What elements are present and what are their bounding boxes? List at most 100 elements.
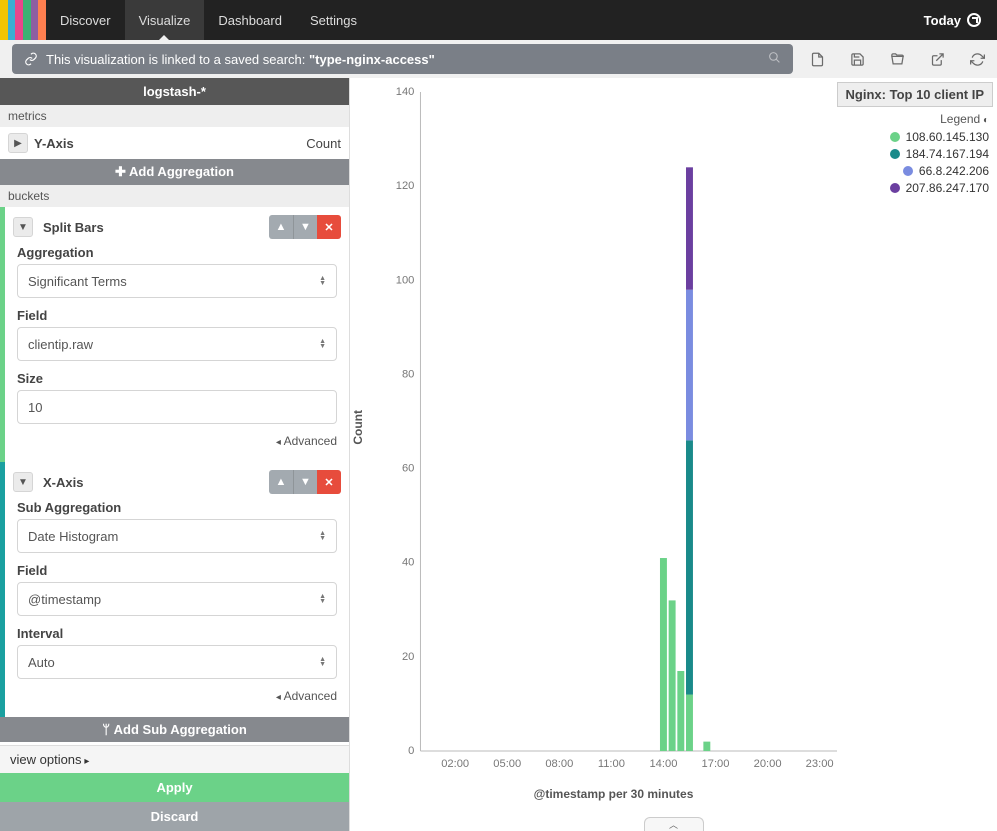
nav-item-visualize[interactable]: Visualize	[125, 0, 205, 40]
advanced-toggle[interactable]: Advanced	[5, 434, 349, 454]
legend-item[interactable]: 207.86.247.170	[890, 181, 989, 195]
bar-segment[interactable]	[677, 671, 684, 751]
chart-legend: Legend 108.60.145.130 184.74.167.194 66.8.…	[890, 112, 989, 198]
move-down-button[interactable]: ▼	[293, 215, 317, 239]
time-picker[interactable]: Today	[908, 0, 997, 40]
link-icon	[24, 52, 38, 66]
legend-swatch-icon	[890, 132, 900, 142]
legend-item[interactable]: 184.74.167.194	[890, 147, 989, 161]
move-up-button[interactable]: ▲	[269, 470, 293, 494]
field-label: Field	[17, 563, 337, 578]
sidebar: logstash-* metrics ▶ Y-Axis Count ✚ Add …	[0, 78, 350, 831]
save-button[interactable]	[837, 40, 877, 78]
svg-text:02:00: 02:00	[441, 758, 469, 770]
legend-header[interactable]: Legend	[890, 112, 989, 126]
nav-item-discover[interactable]: Discover	[46, 0, 125, 40]
index-pattern-title[interactable]: logstash-*	[0, 78, 349, 105]
bar-segment[interactable]	[686, 695, 693, 751]
linked-search-banner[interactable]: This visualization is linked to a saved …	[12, 44, 793, 74]
svg-text:80: 80	[402, 369, 414, 381]
add-sub-aggregation-button[interactable]: ᛘ Add Sub Aggregation	[0, 717, 349, 742]
nav-item-settings[interactable]: Settings	[296, 0, 371, 40]
chart-area: Nginx: Top 10 client IP Legend 108.60.14…	[350, 78, 997, 831]
aggregation-select[interactable]: Significant Terms ▲▼	[17, 264, 337, 298]
chart-title: Nginx: Top 10 client IP	[837, 82, 993, 107]
drawer-handle[interactable]: ︿	[644, 817, 704, 831]
field-select-x[interactable]: @timestamp ▲▼	[17, 582, 337, 616]
split-bars-title: Split Bars	[43, 220, 104, 235]
refresh-button[interactable]	[957, 40, 997, 78]
y-axis-label: Y-Axis	[34, 136, 74, 151]
svg-text:40: 40	[402, 557, 414, 569]
nav-items: DiscoverVisualizeDashboardSettings	[46, 0, 371, 40]
bar-segment[interactable]	[703, 742, 710, 751]
new-button[interactable]	[797, 40, 837, 78]
select-caret-icon: ▲▼	[319, 276, 326, 286]
x-axis-panel: ▼ X-Axis ▲ ▼ ✕ Sub Aggregation Date Hist…	[0, 462, 349, 717]
interval-select[interactable]: Auto ▲▼	[17, 645, 337, 679]
x-axis-label: @timestamp per 30 minutes	[390, 787, 837, 801]
field-label: Field	[17, 308, 337, 323]
move-up-button[interactable]: ▲	[269, 215, 293, 239]
select-caret-icon: ▲▼	[319, 339, 326, 349]
main-layout: logstash-* metrics ▶ Y-Axis Count ✚ Add …	[0, 78, 997, 831]
aggregation-label: Aggregation	[17, 245, 337, 260]
chevron-right-icon[interactable]: ▶	[8, 133, 28, 153]
bar-segment[interactable]	[669, 600, 676, 751]
share-button[interactable]	[917, 40, 957, 78]
legend-swatch-icon	[903, 166, 913, 176]
legend-item[interactable]: 108.60.145.130	[890, 130, 989, 144]
sub-aggregation-select[interactable]: Date Histogram ▲▼	[17, 519, 337, 553]
top-nav: DiscoverVisualizeDashboardSettings Today	[0, 0, 997, 40]
linked-search-text: This visualization is linked to a saved …	[46, 52, 435, 67]
field-select[interactable]: clientip.raw ▲▼	[17, 327, 337, 361]
svg-text:140: 140	[396, 86, 415, 98]
metrics-header: metrics	[0, 105, 349, 127]
chevron-down-icon[interactable]: ▼	[13, 472, 33, 492]
remove-agg-button[interactable]: ✕	[317, 215, 341, 239]
x-axis-title: X-Axis	[43, 475, 83, 490]
bar-segment[interactable]	[660, 558, 667, 751]
open-button[interactable]	[877, 40, 917, 78]
bar-segment[interactable]	[686, 440, 693, 694]
svg-text:17:00: 17:00	[702, 758, 730, 770]
search-icon	[768, 51, 781, 67]
remove-agg-button[interactable]: ✕	[317, 470, 341, 494]
svg-text:120: 120	[396, 180, 415, 192]
legend-swatch-icon	[890, 183, 900, 193]
logo-stripes	[0, 0, 46, 40]
nav-item-dashboard[interactable]: Dashboard	[204, 0, 296, 40]
svg-text:23:00: 23:00	[806, 758, 834, 770]
move-down-button[interactable]: ▼	[293, 470, 317, 494]
advanced-toggle[interactable]: Advanced	[5, 689, 349, 709]
discard-button[interactable]: Discard	[0, 802, 349, 831]
interval-label: Interval	[17, 626, 337, 641]
chart-plot[interactable]: 02040608010012014002:0005:0008:0011:0014…	[390, 92, 837, 771]
svg-text:0: 0	[408, 745, 414, 757]
svg-text:11:00: 11:00	[598, 758, 625, 770]
svg-text:05:00: 05:00	[493, 758, 521, 770]
legend-swatch-icon	[890, 149, 900, 159]
svg-text:20: 20	[402, 651, 414, 663]
select-caret-icon: ▲▼	[319, 594, 326, 604]
bar-segment[interactable]	[686, 167, 693, 289]
apply-button[interactable]: Apply	[0, 773, 349, 802]
svg-text:60: 60	[402, 463, 414, 475]
bar-segment[interactable]	[686, 290, 693, 441]
toolbar: This visualization is linked to a saved …	[0, 40, 997, 78]
y-axis-row[interactable]: ▶ Y-Axis Count	[0, 127, 349, 159]
svg-text:08:00: 08:00	[545, 758, 573, 770]
legend-item[interactable]: 66.8.242.206	[890, 164, 989, 178]
select-caret-icon: ▲▼	[319, 531, 326, 541]
chevron-down-icon[interactable]: ▼	[13, 217, 33, 237]
y-axis-label: Count	[351, 410, 365, 445]
view-options-toggle[interactable]: view options	[0, 745, 349, 773]
svg-text:20:00: 20:00	[754, 758, 782, 770]
select-caret-icon: ▲▼	[319, 657, 326, 667]
size-label: Size	[17, 371, 337, 386]
y-axis-type: Count	[306, 136, 341, 151]
split-bars-panel: ▼ Split Bars ▲ ▼ ✕ Aggregation Significa…	[0, 207, 349, 462]
size-input[interactable]	[17, 390, 337, 424]
add-aggregation-button[interactable]: ✚ Add Aggregation	[0, 159, 349, 185]
svg-text:100: 100	[396, 274, 415, 286]
